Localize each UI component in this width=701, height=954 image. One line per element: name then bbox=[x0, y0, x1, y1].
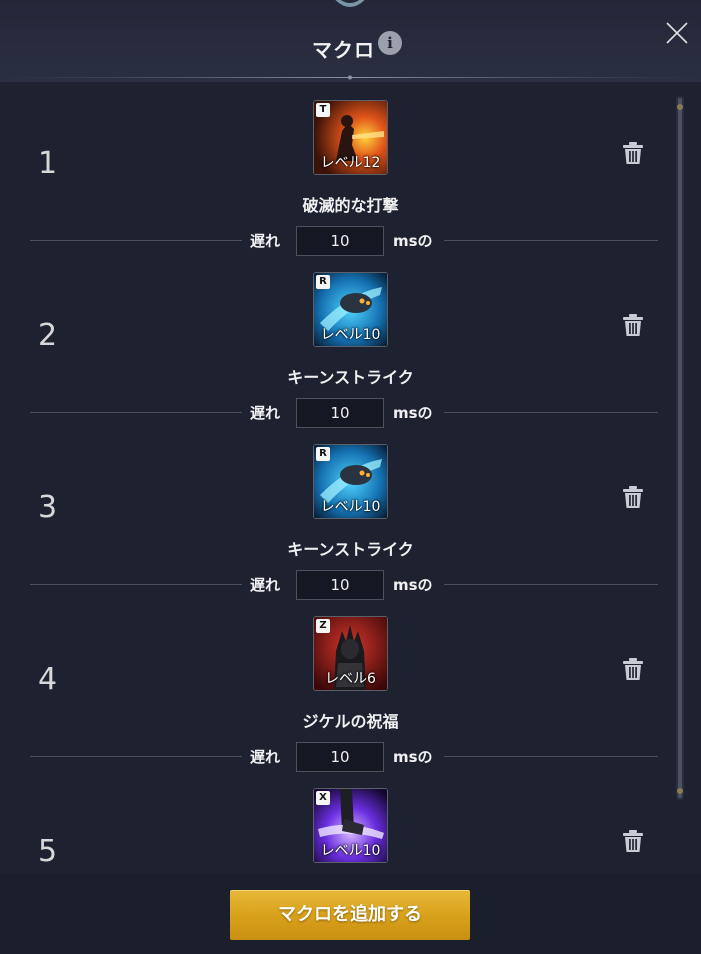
skill-level: レベル10 bbox=[320, 499, 381, 515]
delay-label: 遅れ bbox=[250, 748, 281, 766]
divider bbox=[30, 756, 242, 757]
delay-label: 遅れ bbox=[250, 576, 281, 594]
panel-header: マクロ i bbox=[0, 0, 701, 82]
add-macro-button[interactable]: マクロを追加する bbox=[230, 890, 470, 940]
skill-name: ジケルの祝福 bbox=[302, 712, 399, 731]
page-title: マクロ bbox=[312, 38, 375, 62]
macro-panel: マクロ i 1 T レベル12 破滅的な打撃遅れ 10 msの 2 R レベル10 キーンストラ… bbox=[0, 0, 701, 954]
close-icon[interactable] bbox=[664, 20, 690, 46]
delay-unit: msの bbox=[393, 576, 433, 594]
macro-row: 3 R レベル10 キーンストライク 遅れ 10 msの bbox=[0, 426, 670, 600]
skill-level: レベル12 bbox=[320, 155, 381, 171]
skill-level: レベル6 bbox=[325, 671, 376, 687]
hotkey-badge: R bbox=[316, 447, 330, 461]
header-divider bbox=[0, 75, 701, 80]
skill-icon[interactable]: R レベル10 bbox=[313, 272, 388, 347]
divider bbox=[30, 412, 242, 413]
skill-icon[interactable]: R レベル10 bbox=[313, 444, 388, 519]
skill-level: レベル10 bbox=[320, 843, 381, 859]
trash-icon[interactable] bbox=[620, 484, 646, 510]
trash-icon[interactable] bbox=[620, 656, 646, 682]
macro-number: 4 bbox=[38, 662, 58, 697]
macro-row: 4 Z レベル6 ジケルの祝福遅れ 10 msの bbox=[0, 598, 670, 772]
hotkey-badge: R bbox=[316, 275, 330, 289]
hotkey-badge: X bbox=[316, 791, 330, 805]
divider bbox=[30, 584, 242, 585]
skill-name: 破滅的な打撃 bbox=[302, 196, 399, 215]
macro-number: 5 bbox=[38, 834, 58, 869]
skill-name: キーンストライク bbox=[287, 540, 414, 559]
divider bbox=[444, 756, 658, 757]
trash-icon[interactable] bbox=[620, 140, 646, 166]
skill-icon[interactable]: Z レベル6 bbox=[313, 616, 388, 691]
scrollbar-thumb[interactable] bbox=[678, 98, 682, 798]
macro-number: 3 bbox=[38, 490, 58, 525]
delay-input[interactable]: 10 bbox=[296, 742, 384, 772]
hotkey-badge: T bbox=[316, 103, 330, 117]
delay-input[interactable]: 10 bbox=[296, 226, 384, 256]
divider bbox=[30, 240, 242, 241]
macro-number: 1 bbox=[38, 146, 58, 181]
divider bbox=[444, 240, 658, 241]
scrollbar-cap-top bbox=[677, 104, 683, 110]
trash-icon[interactable] bbox=[620, 828, 646, 854]
panel-footer: マクロを追加する bbox=[0, 874, 701, 954]
skill-level: レベル10 bbox=[320, 327, 381, 343]
macro-number: 2 bbox=[38, 318, 58, 353]
scrollbar-cap-bottom bbox=[677, 788, 683, 794]
skill-icon[interactable]: T レベル12 bbox=[313, 100, 388, 175]
header-ornament-icon bbox=[335, 0, 365, 7]
macro-row: 1 T レベル12 破滅的な打撃遅れ 10 msの bbox=[0, 82, 670, 256]
info-icon[interactable]: i bbox=[378, 31, 402, 55]
macro-row: 2 R レベル10 キーンストライク 遅れ 10 msの bbox=[0, 254, 670, 428]
delay-input[interactable]: 10 bbox=[296, 570, 384, 600]
delay-label: 遅れ bbox=[250, 232, 281, 250]
hotkey-badge: Z bbox=[316, 619, 330, 633]
divider bbox=[444, 584, 658, 585]
delay-unit: msの bbox=[393, 232, 433, 250]
delay-input[interactable]: 10 bbox=[296, 398, 384, 428]
trash-icon[interactable] bbox=[620, 312, 646, 338]
skill-icon[interactable]: X レベル10 bbox=[313, 788, 388, 863]
macro-row: 5 X レベル10 bbox=[0, 770, 670, 874]
delay-unit: msの bbox=[393, 404, 433, 422]
macro-list[interactable]: 1 T レベル12 破滅的な打撃 遅れ 10 msの 2 R レベル10 キーンストライク 遅れ 10… bbox=[0, 82, 701, 874]
skill-name: キーンストライク bbox=[287, 368, 414, 387]
delay-unit: msの bbox=[393, 748, 433, 766]
delay-label: 遅れ bbox=[250, 404, 281, 422]
divider bbox=[444, 412, 658, 413]
